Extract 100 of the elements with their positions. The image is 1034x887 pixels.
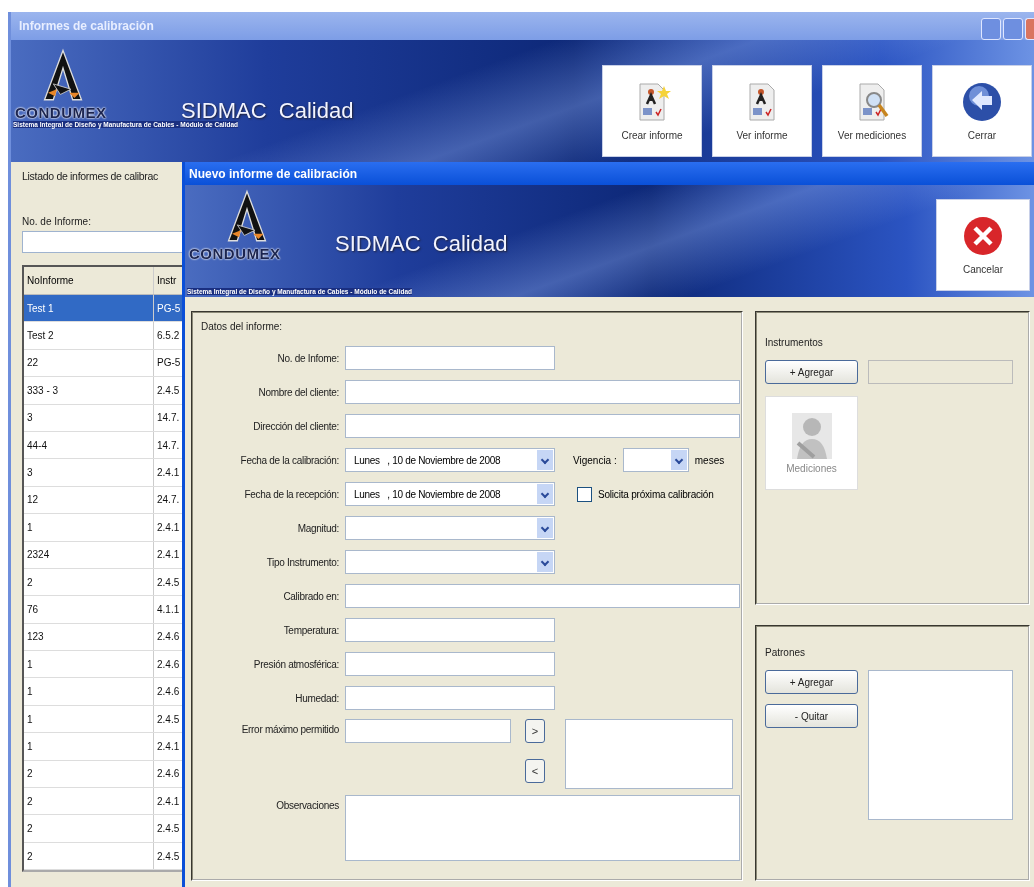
- field-label: Presión atmosférica:: [252, 658, 339, 670]
- text-field[interactable]: [345, 719, 511, 743]
- window-title: Informes de calibración: [19, 19, 154, 33]
- table-cell-text: 2.4.5: [156, 822, 181, 837]
- text-field[interactable]: [345, 584, 740, 608]
- text-field[interactable]: [345, 686, 555, 710]
- group-title: Instrumentos: [765, 337, 824, 348]
- table-cell-text: PG-5: [156, 356, 182, 371]
- table-cell-text: 2.4.5: [156, 712, 181, 727]
- field-label: Temperatura:: [282, 624, 339, 636]
- text-field[interactable]: [345, 380, 740, 404]
- table-cell-text: 2.4.1: [156, 520, 181, 535]
- dropdown[interactable]: [345, 550, 555, 574]
- field-label: Calibrado en:: [282, 590, 339, 602]
- table-cell: 2: [24, 815, 154, 842]
- cancel-button[interactable]: Cancelar: [936, 199, 1030, 291]
- text-field[interactable]: [345, 652, 555, 676]
- toolbar-button[interactable]: Crear informe: [602, 65, 702, 157]
- close-icon[interactable]: [1025, 18, 1034, 40]
- text-field[interactable]: [345, 618, 555, 642]
- notes-field[interactable]: [345, 795, 740, 861]
- field-label: Observaciones: [275, 799, 339, 811]
- table-cell-text: 2.4.5: [156, 383, 181, 398]
- table-cell: 2: [24, 842, 154, 870]
- group-title: Datos del informe:: [201, 321, 284, 332]
- table-cell-text: 2.4.1: [156, 794, 181, 809]
- dialog-title: Nuevo informe de calibración: [189, 166, 358, 181]
- column-header[interactable]: NoInforme: [24, 267, 154, 294]
- table-cell: 1: [24, 705, 154, 733]
- dropdown[interactable]: [345, 516, 555, 540]
- table-cell-text: 2.4.6: [156, 767, 181, 782]
- table-cell-text: 2.4.5: [156, 849, 181, 864]
- app-title: SIDMAC Calidad: [335, 231, 508, 257]
- table-cell: 3: [24, 459, 154, 486]
- table-cell: 333 - 3: [24, 377, 154, 404]
- table-cell-text: 2.4.6: [156, 657, 181, 672]
- table-cell: Test 1: [24, 295, 154, 322]
- brand-name: CONDUMEX: [15, 104, 107, 121]
- table-cell-text: 6.5.2: [156, 329, 181, 344]
- field-label: Humedad:: [294, 692, 339, 704]
- date-picker[interactable]: Lunes , 10 de Noviembre de 2008: [345, 448, 555, 472]
- unit-label: meses: [694, 454, 725, 466]
- table-cell: 1: [24, 651, 154, 678]
- table-cell-text: 2.4.1: [156, 548, 181, 563]
- worker-icon: [791, 412, 832, 459]
- table-cell: 1: [24, 678, 154, 705]
- field-label: Nombre del cliente:: [257, 386, 339, 398]
- table-cell-text: 2.4.6: [156, 685, 181, 700]
- date-picker[interactable]: Lunes , 10 de Noviembre de 2008: [345, 482, 555, 506]
- close-icon: [963, 215, 1003, 256]
- table-cell: 2324: [24, 541, 154, 568]
- field-label: Vigencia :: [573, 454, 617, 466]
- standards-list[interactable]: [868, 670, 1013, 820]
- table-cell-text: 24.7.: [156, 493, 181, 508]
- table-cell: 1: [24, 733, 154, 760]
- checkbox-label: Solicita próxima calibración: [598, 488, 714, 500]
- field-label: Tipo Instrumento:: [265, 556, 339, 568]
- table-cell-text: 14.7.: [156, 411, 181, 426]
- add-button[interactable]: + Agregar: [765, 670, 858, 694]
- dropdown[interactable]: [622, 448, 689, 472]
- remove-button[interactable]: - Quitar: [765, 704, 858, 728]
- table-cell: 2: [24, 568, 154, 596]
- table-cell: Test 2: [24, 322, 154, 349]
- toolbar-button[interactable]: Ver informe: [712, 65, 812, 157]
- field-label: Magnitud:: [296, 522, 339, 534]
- field-label: Fecha de la calibración:: [239, 454, 339, 466]
- toolbar-button[interactable]: Ver mediciones: [822, 65, 922, 157]
- app-title: SIDMAC Calidad: [181, 98, 354, 123]
- text-field[interactable]: [345, 346, 555, 370]
- minimize-icon[interactable]: [981, 18, 1001, 40]
- field-label: Fecha de la recepción:: [243, 488, 339, 500]
- table-cell: 2: [24, 788, 154, 815]
- table-cell: 3: [24, 404, 154, 431]
- table-cell: 2: [24, 760, 154, 788]
- table-cell-text: 2.4.5: [156, 575, 181, 590]
- field-label: No. de Infome:: [276, 352, 339, 364]
- add-button[interactable]: + Agregar: [765, 360, 858, 384]
- text-field[interactable]: [345, 414, 740, 438]
- field-label: No. de Informe:: [22, 216, 92, 227]
- table-cell: 22: [24, 349, 154, 377]
- group-title: Patrones: [765, 647, 807, 658]
- table-cell-text: 2.4.6: [156, 630, 181, 645]
- table-cell-text: PG-5: [156, 301, 182, 316]
- table-cell-text: 2.4.1: [156, 739, 181, 754]
- field-label: Dirección del cliente:: [252, 420, 339, 432]
- table-cell: 76: [24, 596, 154, 623]
- table-cell: 44-4: [24, 431, 154, 459]
- table-cell: 123: [24, 623, 154, 651]
- maximize-icon[interactable]: [1003, 18, 1023, 40]
- table-cell: 1: [24, 514, 154, 541]
- toolbar-button[interactable]: Cerrar: [932, 65, 1032, 157]
- table-cell: 12: [24, 486, 154, 514]
- table-cell-text: 2.4.1: [156, 466, 181, 481]
- brand-name: CONDUMEX: [189, 245, 281, 262]
- table-cell-text: 4.1.1: [156, 603, 181, 617]
- values-list[interactable]: [565, 719, 733, 789]
- checkbox[interactable]: [577, 486, 592, 502]
- add-button[interactable]: >: [525, 719, 545, 743]
- table-cell-text: 14.7.: [156, 438, 181, 453]
- remove-button[interactable]: <: [525, 759, 545, 783]
